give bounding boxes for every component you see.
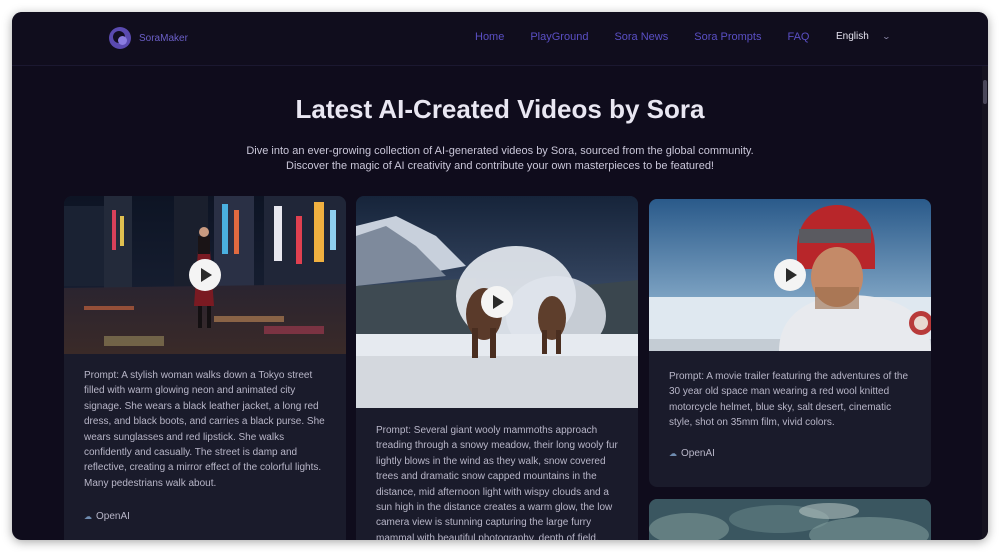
- chevron-down-icon: ⌄: [881, 32, 891, 41]
- top-nav: SoraMaker Home PlayGround Sora News Sora…: [12, 12, 988, 66]
- nav-link-sora-news[interactable]: Sora News: [614, 31, 668, 43]
- video-source-label: OpenAI: [681, 448, 715, 459]
- video-card-tokyo[interactable]: Prompt: A stylish woman walks down a Tok…: [64, 196, 346, 540]
- language-selector[interactable]: English ⌄: [836, 31, 891, 42]
- play-button[interactable]: [189, 259, 221, 291]
- browser-window: SoraMaker Home PlayGround Sora News Sora…: [12, 12, 988, 540]
- video-thumbnail-mammoths[interactable]: [356, 196, 638, 408]
- video-thumbnail-partial[interactable]: [649, 499, 931, 540]
- nav-link-playground[interactable]: PlayGround: [530, 31, 588, 43]
- video-source-label: OpenAI: [96, 511, 130, 522]
- video-thumbnail-tokyo[interactable]: [64, 196, 346, 354]
- play-icon: [201, 268, 212, 282]
- video-card-spaceman[interactable]: Prompt: A movie trailer featuring the ad…: [649, 199, 931, 487]
- cloud-icon: ☁: [669, 449, 677, 458]
- video-source: ☁ OpenAI: [669, 448, 715, 459]
- scrollbar-track[interactable]: [982, 66, 988, 540]
- nav-links: Home PlayGround Sora News Sora Prompts F…: [475, 31, 810, 43]
- video-thumbnail-spaceman[interactable]: [649, 199, 931, 351]
- brand-name: SoraMaker: [139, 32, 188, 44]
- logo-icon: [109, 27, 131, 49]
- play-icon: [786, 268, 797, 282]
- subtitle-line-1: Dive into an ever-growing collection of …: [246, 145, 754, 157]
- nav-link-home[interactable]: Home: [475, 31, 504, 43]
- video-card-mammoths[interactable]: Prompt: Several giant wooly mammoths app…: [356, 196, 638, 540]
- subtitle-line-2: Discover the magic of AI creativity and …: [286, 160, 714, 172]
- play-button[interactable]: [774, 259, 806, 291]
- video-card-partial[interactable]: [649, 499, 931, 540]
- language-label: English: [836, 31, 869, 42]
- play-icon: [493, 295, 504, 309]
- nav-link-faq[interactable]: FAQ: [787, 31, 809, 43]
- nav-link-sora-prompts[interactable]: Sora Prompts: [694, 31, 761, 43]
- page-title: Latest AI-Created Videos by Sora: [295, 94, 705, 124]
- video-prompt: Prompt: A movie trailer featuring the ad…: [669, 371, 909, 429]
- cloud-icon: ☁: [84, 512, 92, 521]
- play-button[interactable]: [481, 286, 513, 318]
- brand-logo[interactable]: SoraMaker: [109, 27, 188, 49]
- video-prompt: Prompt: A stylish woman walks down a Tok…: [84, 370, 325, 489]
- video-prompt: Prompt: Several giant wooly mammoths app…: [376, 425, 618, 540]
- video-source: ☁ OpenAI: [84, 511, 130, 522]
- page-subtitle: Dive into an ever-growing collection of …: [12, 144, 988, 174]
